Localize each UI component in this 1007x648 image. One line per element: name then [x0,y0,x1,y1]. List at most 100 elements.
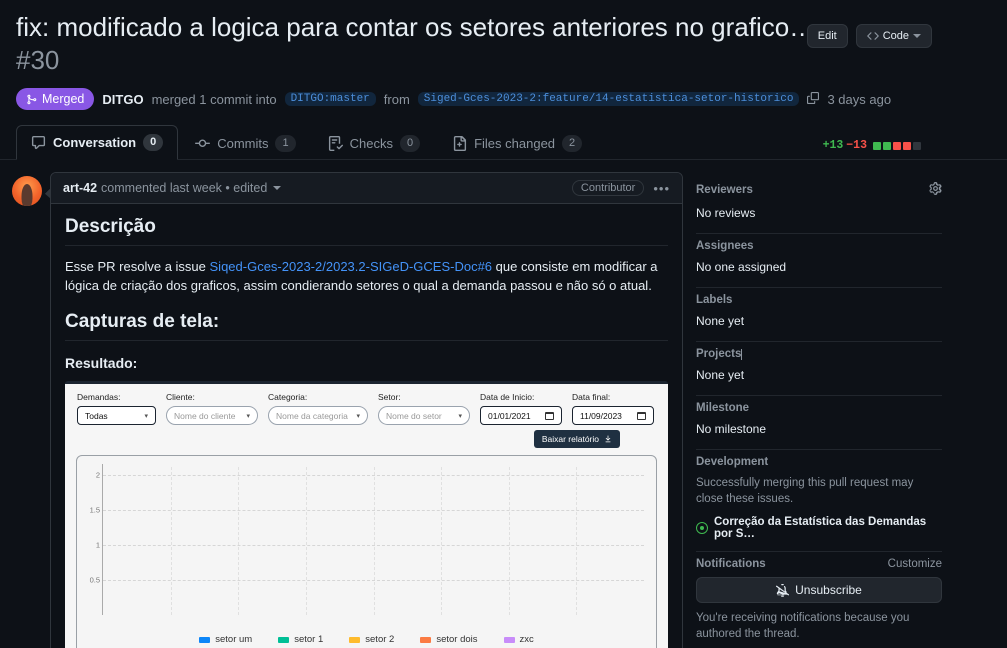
diff-block [913,141,921,150]
pr-tabs: Conversation 0 Commits 1 Checks 0 Files … [0,124,1007,160]
filter-group: Demandas: Todas ▾ [77,392,156,425]
filter-value: 11/09/2023 [580,410,622,421]
edit-button[interactable]: Edit [806,24,848,48]
chart-legend-item[interactable]: zxc [503,634,534,645]
chart-legend-label: setor 2 [365,634,395,645]
filter-group: Categoria: Nome da categoria ▾ [268,392,368,425]
chart-legend-label: zxc [519,634,534,645]
pr-number: #30 [16,45,60,75]
checklist-icon [328,136,343,151]
filter-select[interactable]: Nome do cliente ▾ [166,406,258,425]
issue-link[interactable]: Siqed-Gces-2023-2/2023.2-SIGeD-GCES-Doc#… [210,259,493,274]
tab-files-changed-label: Files changed [474,136,556,151]
chart-y-tick: 2 [95,470,100,480]
unsubscribe-button[interactable]: Unsubscribe [696,577,942,603]
code-button[interactable]: Code [855,24,932,48]
file-diff-icon [453,136,467,151]
pr-body: art-42 commented last week • edited Cont… [0,160,1007,648]
chart-legend-label: setor 1 [294,634,324,645]
gear-icon[interactable] [929,182,942,198]
heading-descricao: Descrição [65,216,668,246]
filter-group: Data de Inicio: 01/01/2021 [480,392,562,425]
chart-plot-area [103,467,644,615]
chart-legend-item[interactable]: setor 2 [349,634,394,645]
filter-select[interactable]: Nome da categoria ▾ [268,406,368,425]
chart-legend: setor um setor 1 setor 2 setor dois zxc [77,634,656,645]
chart-y-axis: 2 1.5 1 0.5 [77,467,103,615]
code-button-label: Code [882,30,909,42]
tab-conversation[interactable]: Conversation 0 [16,125,179,160]
filter-label: Demandas: [77,392,121,402]
comment-header-actions: Contributor ••• [571,180,670,196]
heading-resultado: Resultado: [65,355,138,371]
merge-actor[interactable]: DITGO [102,92,143,107]
comment-menu-button[interactable]: ••• [653,181,670,196]
avatar[interactable] [12,176,42,206]
chart-bars [103,467,644,615]
comment-body: Descrição Esse PR resolve a issue Siqed-… [51,204,682,648]
chevron-down-icon[interactable] [273,186,282,190]
screenshot-filter-bar: Demandas: Todas ▾ Cliente: Nome do cliente ▾ C… [65,384,668,425]
filter-value: Nome do cliente [174,410,236,421]
customize-link[interactable]: Customize [888,558,942,570]
filter-label: Categoria: [268,392,308,402]
tab-checks[interactable]: Checks 0 [313,126,435,160]
diff-additions: +13 [822,139,844,152]
tab-checks-count: 0 [399,135,421,152]
from-text: from [383,91,410,107]
diff-block [873,141,881,150]
filter-label: Setor: [378,392,401,402]
merge-icon [27,94,37,104]
comment-author[interactable]: art-42 [63,181,97,195]
base-branch-chip[interactable]: DITGO:master [284,92,376,106]
unsubscribe-label: Unsubscribe [795,583,862,597]
chart-y-tick: 0.5 [89,575,100,585]
labels-title-label: Labels [696,294,733,306]
notifications-title: Notifications Customize [696,558,942,570]
assignees-title: Assignees [696,240,942,252]
description-paragraph: Esse PR resolve a issue Siqed-Gces-2023-… [65,257,668,295]
status-badge-label: Merged [42,92,85,106]
comment-icon [31,135,46,150]
notifications-note: You're receiving notifications because y… [696,612,910,640]
filter-group: Data final: 11/09/2023 [572,392,654,425]
copy-icon[interactable] [807,91,820,107]
projects-title: Projects [696,348,942,360]
reviewers-title: Reviewers [696,182,942,198]
head-branch-chip[interactable]: Siged-Gces-2023-2:feature/14-estatistica… [417,92,800,106]
chevron-down-icon: ▾ [246,412,250,420]
filter-value: Nome da categoria [276,410,348,421]
calendar-icon[interactable] [637,411,646,420]
calendar-icon[interactable] [545,411,554,420]
chart-card: 2 1.5 1 0.5 setor um setor 1 setor 2 setor doi… [76,455,657,648]
milestone-title: Milestone [696,402,942,414]
filter-value: Todas [85,410,108,421]
filter-select[interactable]: Nome do setor ▾ [378,406,470,425]
chart-legend-item[interactable]: setor um [199,634,252,645]
tab-conversation-count: 0 [143,134,164,151]
development-title-label: Development [696,456,769,468]
tab-files-changed[interactable]: Files changed 2 [437,126,597,160]
tab-checks-label: Checks [349,136,393,151]
filter-label: Data de Inicio: [480,392,535,402]
comment-card: art-42 commented last week • edited Cont… [50,172,683,648]
chart-legend-item[interactable]: setor dois [420,634,478,645]
date-input[interactable]: 11/09/2023 [572,406,654,425]
chart-legend-item[interactable]: setor 1 [278,634,323,645]
milestone-value: No milestone [696,422,767,436]
chart-y-tick: 1.5 [89,505,100,515]
tab-commits-label: Commits [217,136,269,151]
embedded-screenshot[interactable]: Demandas: Todas ▾ Cliente: Nome do cliente ▾ C… [65,381,668,648]
sidebar-section-assignees: Assignees No one assigned [696,234,942,288]
page-title: fix: modificado a logica para contar os … [16,12,816,42]
merge-text: merged 1 commit into [151,91,277,107]
download-report-button[interactable]: Baixar relatório [533,430,620,448]
date-input[interactable]: 01/01/2021 [480,406,562,425]
filter-select[interactable]: Todas ▾ [77,406,156,425]
tab-commits[interactable]: Commits 1 [180,126,310,160]
sidebar-section-milestone: Milestone No milestone [696,396,942,450]
development-issue-link[interactable]: Correção da Estatística das Demandas por… [696,516,942,540]
text-cursor [741,348,743,360]
chart-legend-swatch [278,636,290,643]
code-icon [866,32,879,40]
